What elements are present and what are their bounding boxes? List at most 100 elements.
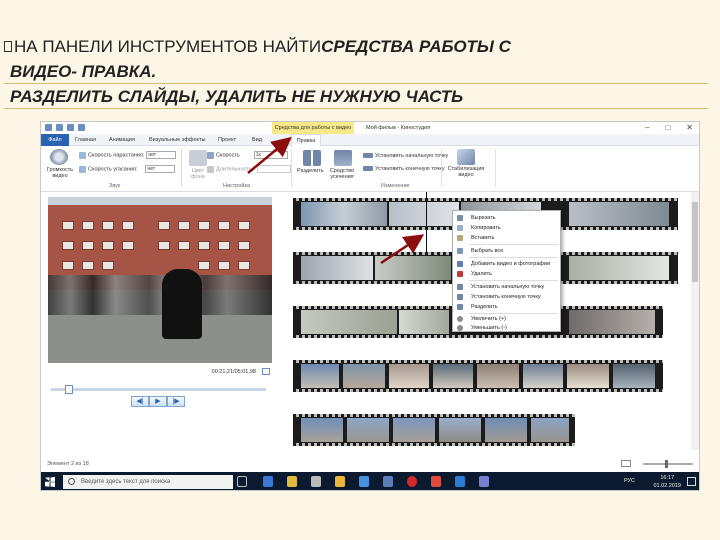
clip-frame[interactable] bbox=[347, 418, 389, 442]
stabilization-label[interactable]: Стабилизация видео bbox=[445, 166, 487, 178]
clip-frame[interactable] bbox=[485, 418, 527, 442]
fullscreen-icon[interactable] bbox=[262, 368, 270, 375]
split-icon[interactable] bbox=[303, 150, 321, 166]
clip-frame[interactable] bbox=[301, 418, 343, 442]
menu-item-select-all[interactable]: Выбрать все bbox=[453, 246, 560, 256]
duration-control[interactable]: Длительность: bbox=[207, 165, 292, 173]
clip-frame[interactable] bbox=[567, 364, 609, 388]
clip-frame[interactable] bbox=[531, 418, 569, 442]
fade-in-select[interactable]: нет bbox=[146, 151, 177, 159]
clip-frame[interactable] bbox=[439, 418, 481, 442]
clip-frame[interactable] bbox=[301, 202, 387, 226]
file-explorer-icon[interactable] bbox=[287, 476, 297, 487]
group-sound: Звук bbox=[109, 183, 121, 189]
menu-item-add-video-photos[interactable]: Добавить видео и фотографии bbox=[453, 259, 560, 269]
app-icon[interactable] bbox=[479, 476, 489, 487]
next-frame-button[interactable]: |▶ bbox=[167, 396, 185, 407]
taskbar-clock[interactable]: 16:17 01.02.2019 bbox=[653, 474, 681, 490]
clip-frame[interactable] bbox=[301, 310, 397, 334]
tab-animation[interactable]: Анимация bbox=[105, 134, 139, 146]
split-button-label[interactable]: Разделить bbox=[297, 168, 324, 174]
background-color-icon[interactable] bbox=[189, 150, 207, 166]
clip-frame[interactable] bbox=[569, 256, 669, 280]
duration-select[interactable] bbox=[257, 165, 292, 173]
clip-frame[interactable] bbox=[613, 364, 655, 388]
task-view-icon[interactable] bbox=[237, 476, 247, 487]
fade-in-control[interactable]: Скорость нарастания: нет bbox=[79, 151, 177, 159]
maximize-button[interactable]: □ bbox=[665, 123, 670, 132]
menu-item-delete[interactable]: Удалить bbox=[453, 269, 560, 279]
fade-out-control[interactable]: Скорость угасания: нет bbox=[79, 165, 176, 173]
clip-frame[interactable] bbox=[569, 202, 669, 226]
seek-handle[interactable] bbox=[65, 385, 73, 394]
clip-frame[interactable] bbox=[523, 364, 563, 388]
opera-icon[interactable] bbox=[407, 476, 417, 487]
clip-frame[interactable] bbox=[301, 364, 339, 388]
seek-bar[interactable] bbox=[51, 385, 266, 394]
tab-home[interactable]: Главная bbox=[71, 134, 100, 146]
menu-item-set-start-point[interactable]: Установить начальную точку bbox=[453, 282, 560, 292]
clip-frame[interactable] bbox=[301, 256, 373, 280]
tab-file[interactable]: Файл bbox=[41, 134, 69, 146]
storyboard-clip-row[interactable] bbox=[293, 414, 575, 446]
clip-frame[interactable] bbox=[343, 364, 385, 388]
thumbnail-size-icon[interactable] bbox=[621, 460, 631, 467]
app-icon[interactable] bbox=[335, 476, 345, 487]
trim-tool-icon[interactable] bbox=[334, 150, 352, 166]
building-window bbox=[238, 221, 250, 230]
tab-view[interactable]: Вид bbox=[248, 134, 266, 146]
fade-out-select[interactable]: нет bbox=[145, 165, 176, 173]
close-button[interactable]: ✕ bbox=[686, 123, 693, 132]
app-icon[interactable] bbox=[383, 476, 393, 487]
play-button[interactable]: ▶ bbox=[149, 396, 167, 407]
volume-button-label[interactable]: Громкость видео bbox=[43, 167, 77, 179]
taskbar-search-box[interactable]: Введите здесь текст для поиска bbox=[63, 475, 233, 489]
speed-select[interactable]: 1x bbox=[253, 151, 288, 159]
scrollbar-thumb[interactable] bbox=[692, 202, 698, 282]
clip-frame[interactable] bbox=[389, 364, 429, 388]
tab-project[interactable]: Проект bbox=[214, 134, 240, 146]
clip-frame[interactable] bbox=[375, 256, 451, 280]
clip-frame[interactable] bbox=[393, 418, 435, 442]
storyboard-clip-row[interactable] bbox=[293, 360, 663, 392]
word-icon[interactable] bbox=[455, 476, 465, 487]
stabilization-icon[interactable] bbox=[457, 149, 475, 165]
set-start-point-button[interactable]: Установить начальную точку bbox=[363, 153, 448, 159]
undo-icon[interactable] bbox=[67, 124, 74, 131]
edge-icon[interactable] bbox=[263, 476, 273, 487]
menu-item-cut[interactable]: Вырезать bbox=[453, 213, 560, 223]
timeline-cursor[interactable] bbox=[426, 192, 427, 252]
background-color-label[interactable]: Цвет фона bbox=[187, 168, 209, 180]
end-point-icon bbox=[363, 166, 373, 172]
speed-control[interactable]: Скорость 1x bbox=[207, 151, 288, 159]
previous-frame-button[interactable]: ◀| bbox=[131, 396, 149, 407]
set-end-point-button[interactable]: Установить конечную точку bbox=[363, 166, 445, 172]
trim-tool-label[interactable]: Средство усечения bbox=[325, 168, 359, 180]
notifications-icon[interactable] bbox=[687, 477, 696, 486]
clip-frame[interactable] bbox=[399, 310, 449, 334]
video-preview[interactable] bbox=[48, 197, 272, 363]
clip-frame[interactable] bbox=[389, 202, 459, 226]
menu-item-split[interactable]: Разделить bbox=[453, 302, 560, 312]
keyboard-language[interactable]: РУС bbox=[624, 478, 635, 484]
clip-frame[interactable] bbox=[569, 310, 655, 334]
clip-frame[interactable] bbox=[477, 364, 519, 388]
clip-frame[interactable] bbox=[433, 364, 473, 388]
menu-item-set-end-point[interactable]: Установить конечную точку bbox=[453, 292, 560, 302]
app-icon[interactable] bbox=[431, 476, 441, 487]
zoom-slider[interactable] bbox=[643, 460, 693, 468]
tab-edit[interactable]: Правка bbox=[291, 134, 321, 146]
menu-item-zoom-out[interactable]: Уменьшить (-) bbox=[453, 323, 560, 333]
store-icon[interactable] bbox=[311, 476, 321, 487]
set-end-point-label: Установить конечную точку bbox=[375, 166, 445, 172]
menu-item-copy[interactable]: Копировать bbox=[453, 223, 560, 233]
minimize-button[interactable]: – bbox=[645, 123, 649, 132]
save-icon[interactable] bbox=[56, 124, 63, 131]
tab-visual-effects[interactable]: Визуальные эффекты bbox=[145, 134, 209, 146]
windows-start-icon[interactable] bbox=[45, 477, 55, 487]
menu-item-paste[interactable]: Вставить bbox=[453, 233, 560, 243]
movie-maker-taskbar-icon[interactable] bbox=[359, 476, 369, 487]
redo-icon[interactable] bbox=[78, 124, 85, 131]
storyboard-scrollbar[interactable] bbox=[691, 192, 699, 450]
volume-icon[interactable] bbox=[50, 149, 68, 165]
